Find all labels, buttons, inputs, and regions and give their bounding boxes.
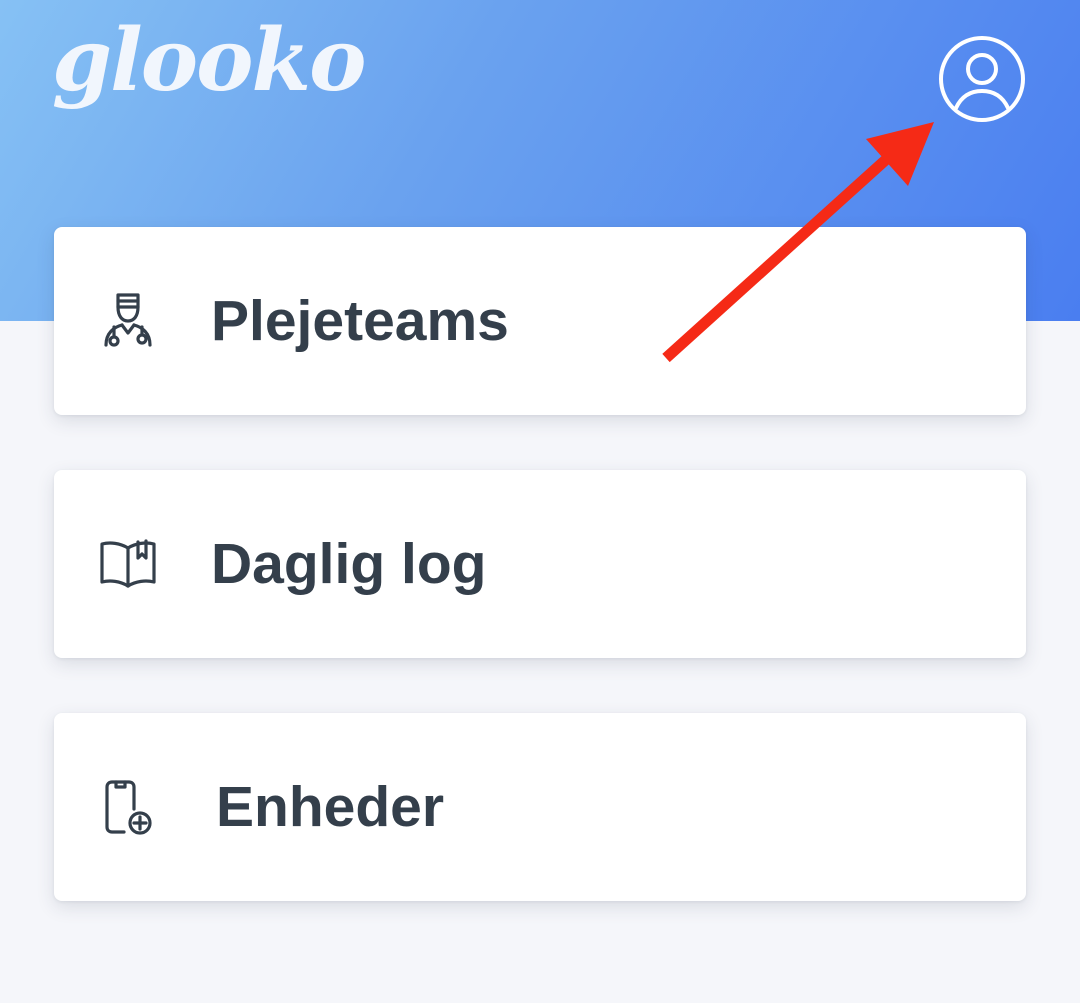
glooko-logo: glooko [52,10,366,111]
care-team-icon [96,289,160,353]
menu-item-care-teams[interactable]: Plejeteams [54,227,1026,415]
book-icon [96,532,160,596]
user-circle-icon [939,36,1025,122]
profile-button[interactable] [936,33,1028,125]
menu-item-label: Daglig log [211,532,487,596]
menu-item-devices[interactable]: Enheder [54,713,1026,901]
device-add-icon [96,775,160,839]
menu-item-label: Enheder [216,775,445,839]
menu-item-label: Plejeteams [211,289,509,353]
menu-item-daily-log[interactable]: Daglig log [54,470,1026,658]
